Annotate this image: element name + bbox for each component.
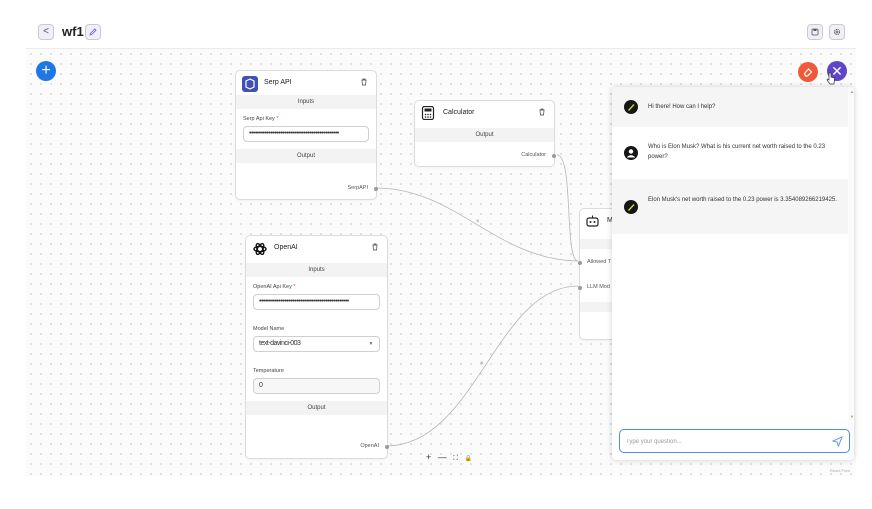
node-header: OpenAI: [246, 236, 387, 260]
scroll-up-arrow[interactable]: ▲: [850, 89, 854, 94]
temperature-input[interactable]: 0: [253, 378, 380, 394]
model-name-select[interactable]: text-davinci-003 ▼: [253, 336, 380, 352]
node-openai[interactable]: OpenAI Inputs OpenAI Api Key * •••••••••…: [245, 235, 389, 459]
chat-input-box[interactable]: [619, 429, 850, 453]
eraser-icon: [803, 68, 813, 77]
chat-message-bot: Hi there! How can I help?: [612, 87, 848, 127]
input-handle-llm[interactable]: [578, 286, 582, 290]
add-node-button[interactable]: +: [36, 61, 56, 81]
scroll-down-arrow[interactable]: ▼: [850, 414, 854, 419]
chat-message-bot: Elon Musk's net worth raised to the 0.23…: [612, 179, 848, 234]
app-root: < wf1 × × + ✕ Serp API Inputs Serp Api K…: [0, 0, 872, 509]
robot-icon: [586, 215, 599, 227]
openai-api-key-input[interactable]: ••••••••••••••••••••••••••••••••••••••••…: [253, 294, 380, 310]
output-section-header: Output: [415, 128, 554, 142]
clear-chat-button[interactable]: [798, 62, 818, 82]
send-icon[interactable]: [832, 436, 843, 447]
chat-message-user: Who is Elon Musk? What is his current ne…: [612, 127, 848, 179]
user-icon: [627, 149, 635, 158]
node-title: Serp API: [264, 79, 292, 86]
zoom-out-button[interactable]: —: [438, 452, 447, 462]
edge-calculator-agent: [556, 154, 579, 262]
top-bar: < wf1: [26, 17, 856, 49]
output-section-header: Output: [246, 401, 387, 415]
field-label: Serp Api Key *: [243, 116, 279, 122]
node-title: OpenAI: [274, 244, 298, 251]
trash-icon[interactable]: [360, 78, 368, 86]
model-name-value: text-davinci-003: [259, 340, 301, 347]
field-label: Model Name: [253, 326, 285, 332]
inputs-section-header: Inputs: [236, 95, 376, 109]
react-flow-attribution[interactable]: React Flow: [830, 468, 850, 473]
back-button[interactable]: <: [38, 24, 54, 40]
edit-name-button[interactable]: [85, 24, 101, 40]
field-label: Temperature: [253, 368, 284, 374]
node-header: Serp API: [236, 71, 376, 95]
gear-icon: [833, 28, 841, 36]
serp-api-key-input[interactable]: ••••••••••••••••••••••••••••••••••••••••…: [243, 126, 369, 142]
zoom-in-button[interactable]: +: [426, 452, 431, 462]
input-port-label: Allowed T: [587, 259, 612, 265]
flow-name: wf1: [62, 24, 84, 39]
bot-avatar-icon: [628, 204, 635, 211]
output-handle[interactable]: [385, 445, 389, 449]
node-calculator[interactable]: Calculator Output Calculator: [414, 100, 556, 167]
output-port-label: OpenAI: [360, 443, 379, 449]
bot-avatar: [624, 200, 638, 214]
message-text: Hi there! How can I help?: [648, 104, 716, 110]
bot-avatar-icon: [628, 104, 635, 111]
output-section-header: Output: [236, 149, 376, 163]
node-serp-api[interactable]: Serp API Inputs Serp Api Key * •••••••••…: [235, 70, 378, 200]
bot-avatar: [624, 100, 638, 114]
chat-scrollbar[interactable]: [848, 87, 854, 460]
input-handle-tools[interactable]: [578, 261, 582, 265]
user-avatar: [624, 146, 638, 160]
openai-icon: [253, 242, 267, 256]
settings-button[interactable]: [829, 24, 845, 40]
input-port-label: LLM Mod: [587, 284, 610, 290]
chat-panel: Hi there! How can I help? Who is Elon Mu…: [612, 87, 854, 460]
edge-label-dot[interactable]: ×: [480, 361, 484, 367]
inputs-section-header: Inputs: [246, 263, 387, 277]
output-handle[interactable]: [552, 154, 556, 158]
chat-question-input[interactable]: [626, 436, 816, 448]
edge-label-dot[interactable]: ×: [476, 219, 480, 225]
trash-icon[interactable]: [538, 108, 546, 116]
lock-button[interactable]: 🔒: [465, 455, 472, 462]
fit-view-button[interactable]: ⛶: [453, 455, 458, 463]
save-icon: [811, 28, 819, 36]
node-title: Calculator: [443, 109, 475, 116]
node-header: Calculator: [415, 101, 554, 125]
canvas-controls: + — ⛶ 🔒: [426, 452, 476, 463]
trash-icon[interactable]: [371, 243, 379, 251]
output-handle[interactable]: [374, 187, 378, 191]
field-label: OpenAI Api Key *: [253, 284, 296, 290]
output-port-label: SerpAPI: [347, 185, 368, 191]
serp-api-icon: [242, 76, 258, 92]
message-text: Who is Elon Musk? What is his current ne…: [648, 144, 826, 160]
save-button[interactable]: [807, 24, 823, 40]
message-text: Elon Musk's net worth raised to the 0.23…: [648, 197, 837, 203]
calculator-icon: [421, 106, 435, 120]
chevron-down-icon: ▼: [368, 341, 374, 347]
output-port-label: Calculator: [521, 152, 546, 158]
pencil-icon: [89, 28, 97, 36]
plus-icon: +: [41, 62, 51, 79]
mouse-pointer-icon: [826, 72, 835, 85]
